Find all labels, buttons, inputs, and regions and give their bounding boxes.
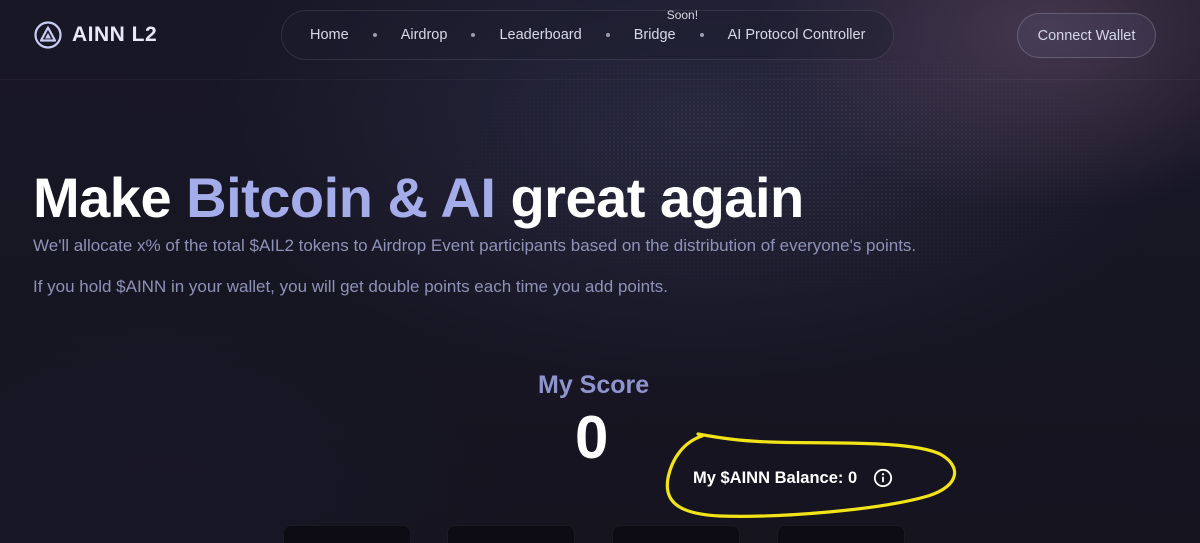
score-label: My Score bbox=[538, 371, 650, 399]
nav-item-airdrop[interactable]: Airdrop bbox=[401, 27, 448, 43]
soon-badge: Soon! bbox=[666, 8, 699, 22]
feature-card[interactable] bbox=[777, 525, 905, 543]
feature-card[interactable] bbox=[283, 525, 411, 543]
score-value: 0 bbox=[575, 404, 609, 471]
hero-title-part1: Make bbox=[33, 166, 187, 229]
nav-item-bridge-label: Bridge bbox=[633, 27, 676, 43]
logo-icon bbox=[34, 21, 62, 49]
logo-text: AINN L2 bbox=[72, 23, 158, 46]
nav-separator bbox=[699, 33, 704, 37]
nav-item-leaderboard[interactable]: Leaderboard bbox=[499, 27, 581, 43]
ainn-balance-text: My $AINN Balance: 0 bbox=[693, 468, 858, 487]
info-icon[interactable] bbox=[873, 468, 893, 488]
feature-card[interactable] bbox=[612, 525, 740, 543]
nav-item-bridge[interactable]: Bridge Soon! bbox=[633, 8, 698, 43]
logo[interactable]: AINN L2 bbox=[34, 21, 157, 49]
connect-wallet-button[interactable]: Connect Wallet bbox=[1017, 13, 1156, 58]
nav-separator bbox=[471, 33, 476, 37]
top-header: AINN L2 Home Airdrop Leaderboard Bridge … bbox=[0, 0, 1200, 80]
hero-title-accent: Bitcoin & AI bbox=[186, 166, 496, 229]
nav-item-home[interactable]: Home bbox=[310, 27, 349, 43]
hero-description-allocation: We'll allocate x% of the total $AIL2 tok… bbox=[33, 236, 917, 255]
main-nav: Home Airdrop Leaderboard Bridge Soon! AI… bbox=[281, 8, 894, 60]
nav-separator bbox=[372, 33, 377, 37]
hero-description-double-points: If you hold $AINN in your wallet, you wi… bbox=[33, 277, 669, 296]
ainn-balance: My $AINN Balance: 0 bbox=[693, 468, 893, 488]
hero-title: Make Bitcoin & AI great again bbox=[33, 165, 804, 230]
hero-title-part2: great again bbox=[495, 166, 804, 229]
nav-item-ai-protocol-controller[interactable]: AI Protocol Controller bbox=[728, 27, 866, 43]
feature-card[interactable] bbox=[447, 525, 575, 543]
nav-separator bbox=[605, 33, 610, 37]
